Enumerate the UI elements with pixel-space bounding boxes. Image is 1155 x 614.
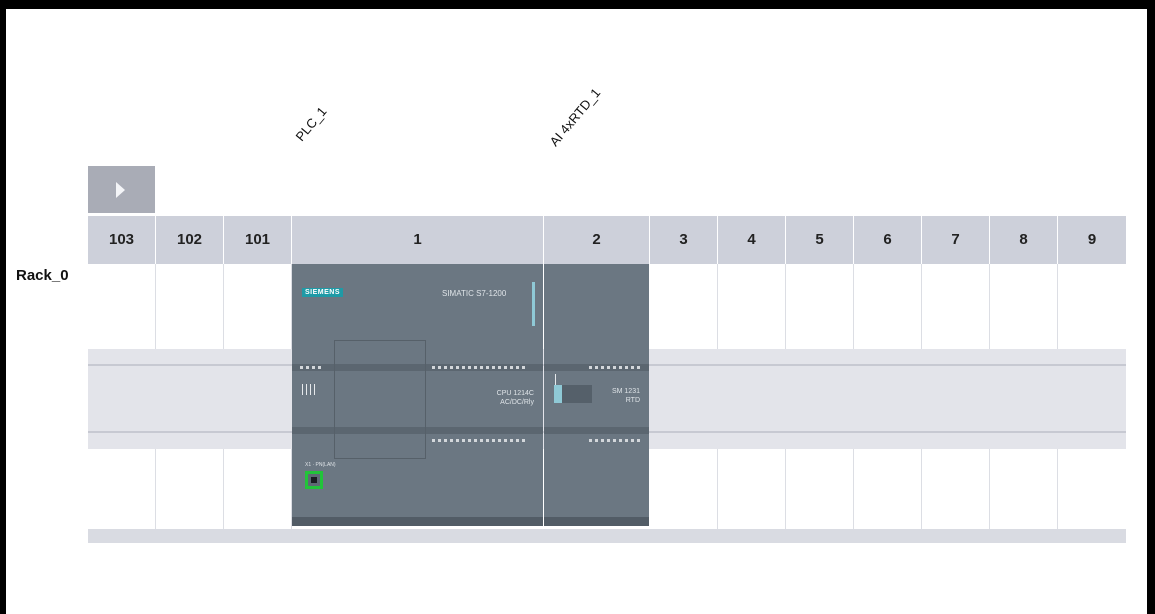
expand-rack-button[interactable] (88, 166, 155, 213)
sm-terminal-block (562, 385, 592, 403)
slot-header-6: 6 (854, 216, 922, 264)
sm-indicator-bar (554, 385, 562, 403)
slot-header-5: 5 (786, 216, 854, 264)
cpu-indicator-bar (532, 282, 535, 326)
sm-input-dots (589, 366, 641, 369)
cpu-led (314, 384, 315, 395)
slot-header-8: 8 (990, 216, 1058, 264)
port-label: X1 · PN(LAN) (305, 462, 336, 468)
module-label-plc[interactable]: PLC_1 (293, 104, 330, 144)
sm-model-label: SM 1231 (611, 388, 640, 395)
slot-header-2: 2 (544, 216, 650, 264)
slot-header-101: 101 (224, 216, 292, 264)
slot-header-3: 3 (650, 216, 718, 264)
port-jack (311, 477, 317, 483)
sm-base (544, 517, 649, 526)
cpu-io-dots-left (300, 366, 322, 369)
rack-bottom-bar (88, 529, 1126, 543)
cpu-module[interactable]: SIEMENS SIMATIC S7-1200 CPU 1214C AC/DC/… (292, 264, 543, 526)
signal-module[interactable]: SM 1231 RTD (544, 264, 649, 526)
slot-header-102: 102 (156, 216, 224, 264)
slot-header-9: 9 (1087, 231, 1097, 248)
module-label-ai[interactable]: AI 4xRTD_1 (547, 85, 604, 149)
cpu-family-label: SIMATIC S7-1200 (442, 289, 507, 298)
sm-strip-bottom (544, 427, 649, 434)
cpu-variant-label: AC/DC/Rly (500, 399, 534, 406)
cpu-output-dots (432, 439, 528, 442)
slot-header-103: 103 (88, 216, 156, 264)
rack-label: Rack_0 (16, 267, 69, 284)
cpu-base (292, 517, 543, 526)
cpu-led (302, 384, 303, 395)
slot-header-1: 1 (292, 216, 544, 264)
sm-variant-label: RTD (625, 397, 640, 404)
cpu-model-label: CPU 1214C (496, 390, 534, 397)
device-view-canvas: PLC_1 AI 4xRTD_1 103 102 101 1 2 3 4 5 6… (6, 9, 1147, 614)
sm-led (555, 374, 556, 385)
ethernet-port-icon[interactable] (305, 471, 323, 489)
slot-header-7: 7 (922, 216, 990, 264)
cpu-input-dots (432, 366, 528, 369)
cpu-front-cover (334, 340, 426, 459)
cpu-led (310, 384, 311, 395)
sm-output-dots (589, 439, 641, 442)
triangle-right-icon (116, 182, 125, 198)
slot-header-4: 4 (718, 216, 786, 264)
slot-header-row: 103 102 101 1 2 3 4 5 6 7 8 9 (88, 216, 1126, 264)
siemens-logo: SIEMENS (302, 288, 344, 297)
cpu-led (306, 384, 307, 395)
